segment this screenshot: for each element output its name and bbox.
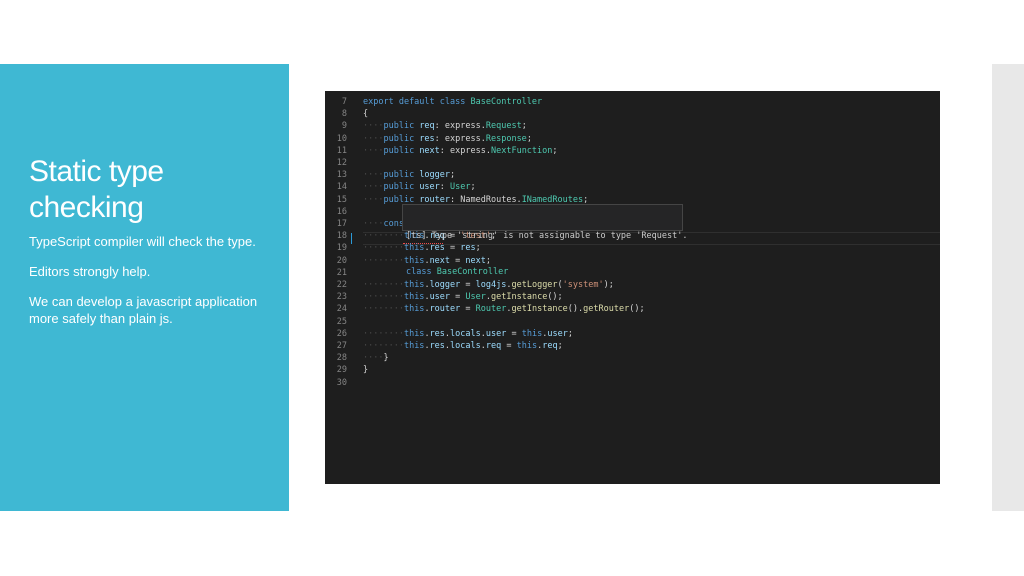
code-text: ····public logger; [363, 170, 456, 181]
line-number: 7 [341, 97, 347, 107]
tooltip-signature: class BaseController [406, 267, 509, 277]
line-number: 11 [336, 145, 347, 156]
code-line: 8{ [325, 108, 940, 120]
line-number: 29 [336, 365, 347, 376]
line-number: 16 [336, 206, 347, 217]
line-number: 22 [336, 280, 347, 290]
line-number: 30 [336, 377, 347, 388]
line-number: 19 [336, 243, 347, 254]
code-text: ········this.res.locals.req = this.req; [363, 341, 563, 351]
line-number: 13 [336, 170, 347, 181]
line-number: 15 [336, 194, 347, 205]
line-number: 14 [336, 182, 347, 193]
code-line: 30 [325, 377, 940, 389]
code-text: ········this.router = Router.getInstance… [363, 304, 645, 315]
code-line: 12 [325, 157, 940, 169]
code-text: ····cons [363, 219, 404, 229]
code-line: 26 ········this.res.locals.user = this.us… [325, 328, 940, 340]
code-text: ········this.res.locals.user = this.user… [363, 328, 573, 339]
code-line: 24 ········this.router = Router.getInstan… [325, 303, 940, 315]
code-line: 7 export default class BaseController [325, 96, 940, 108]
code-editor-screenshot: 7 export default class BaseController 8{9 ·… [325, 91, 940, 484]
line-number: 23 [336, 292, 347, 303]
line-number: 26 [336, 328, 347, 339]
line-number: 27 [336, 341, 347, 351]
line-number: 21 [336, 267, 347, 278]
line-number: 17 [336, 219, 347, 229]
slide: Static type checking TypeScript compiler… [0, 0, 1024, 576]
code-text: ····public res: express.Response; [363, 133, 532, 144]
slide-title: Static type checking [29, 155, 164, 224]
code-text: ····public user: User; [363, 182, 476, 193]
bullet-item: Editors strongly help. [29, 264, 151, 279]
code-text: } [363, 365, 369, 376]
bullet-item: We can develop a javascript application … [29, 294, 258, 326]
decorative-side-strip [992, 64, 1024, 511]
code-text: export default class BaseController [363, 97, 543, 107]
line-number: 18 [336, 231, 347, 242]
line-number: 25 [336, 316, 347, 327]
line-number: 8 [341, 109, 347, 120]
tooltip-error-text: [ts] Type 'string' is not assignable to … [406, 231, 688, 241]
code-text: ····public next: express.NextFunction; [363, 145, 558, 156]
code-line: 29} [325, 364, 940, 376]
code-text: ····} [363, 353, 389, 364]
line-number: 10 [336, 133, 347, 144]
line-number: 9 [341, 121, 347, 132]
code-line: 10 ····public res: express.Response; [325, 133, 940, 145]
line-number: 24 [336, 304, 347, 315]
code-line: 11 ····public next: express.NextFunction; [325, 145, 940, 157]
code-line: 13 ····public logger; [325, 169, 940, 181]
code-text: { [363, 109, 369, 120]
type-error-tooltip: [ts] Type 'string' is not assignable to … [402, 204, 687, 277]
line-number: 28 [336, 353, 347, 364]
bullet-item: TypeScript compiler will check the type. [29, 234, 256, 249]
line-number: 12 [336, 158, 347, 168]
code-line: 28 ····} [325, 352, 940, 364]
code-line: 14 ····public user: User; [325, 181, 940, 193]
code-text: ····public req: express.Request; [363, 121, 527, 132]
line-number: 20 [336, 255, 347, 266]
code-line: 27 ········this.res.locals.req = this.req… [325, 340, 940, 352]
code-line: 9 ····public req: express.Request; [325, 120, 940, 132]
code-line: 25 [325, 316, 940, 328]
bullet-list: TypeScript compiler will check the type.… [29, 233, 279, 340]
